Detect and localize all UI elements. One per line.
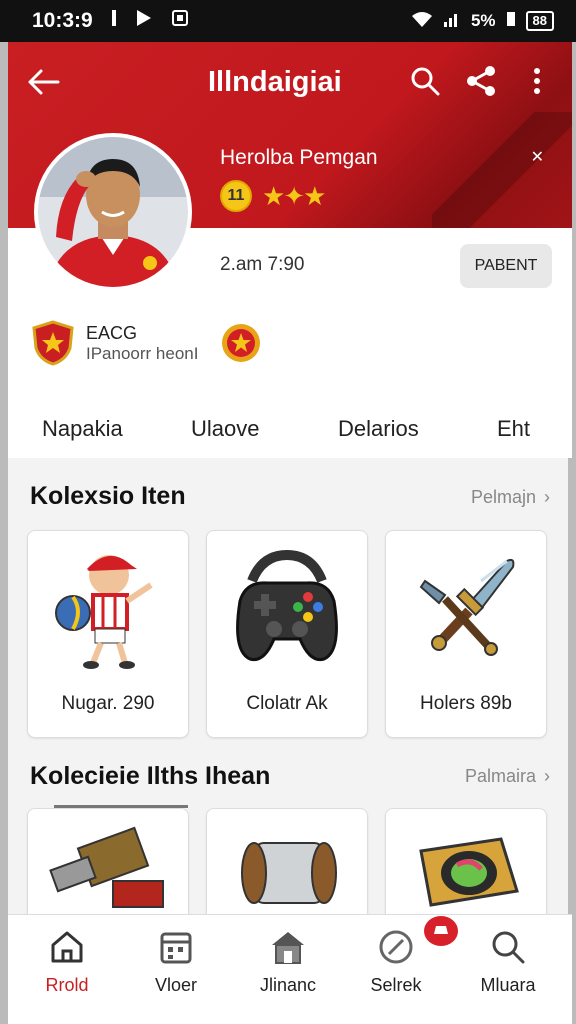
signal-text: 5%: [470, 11, 496, 30]
close-icon[interactable]: ✕: [531, 147, 544, 167]
clock: 10:3:9: [32, 9, 93, 32]
gamepad-icon: [236, 549, 338, 662]
tab-ulaove[interactable]: Ulaove: [191, 416, 259, 442]
back-arrow-icon: [28, 69, 60, 95]
nav-item-home[interactable]: Rrold: [22, 929, 112, 996]
wifi-icon: [411, 10, 433, 33]
medal-icon: [222, 324, 261, 362]
home-icon: [51, 931, 83, 963]
header-decoration: [432, 112, 572, 228]
section-title-collection: Kolexsio Iten: [30, 482, 186, 510]
nav-label: Rrold: [45, 975, 89, 995]
nav-label: Vloer: [154, 975, 198, 995]
signal-bar-icon: [111, 9, 117, 33]
item-label: Clolatr Ak: [246, 693, 328, 714]
battery-indicator: 88: [525, 11, 554, 31]
more-vertical-icon: [534, 68, 540, 94]
section-title-collection-2: Kolecieie Ilths Ihean: [30, 762, 271, 790]
nav-item-view[interactable]: Vloer: [131, 929, 221, 996]
tab-delarios[interactable]: Delarios: [338, 416, 419, 442]
item-card[interactable]: [385, 808, 547, 928]
nav-label: Jlinanc: [259, 975, 317, 995]
follow-button[interactable]: PABENT: [460, 244, 552, 288]
mascot-player-image: [55, 555, 153, 669]
store-icon: [272, 932, 304, 964]
search-icon: [492, 931, 525, 964]
tab-eht[interactable]: Eht: [497, 416, 530, 442]
screen-edge-left: [0, 42, 8, 1024]
item-card[interactable]: [27, 808, 189, 928]
club-shield-icon: [32, 320, 74, 366]
chevron-right-icon: ›: [544, 487, 550, 507]
rating-stars: ★✦★: [262, 180, 326, 211]
cannon-crate-image: [49, 826, 164, 908]
tab-napakia[interactable]: Napakia: [42, 416, 123, 442]
item-label: Nugar. 290: [61, 693, 155, 714]
club-subtitle: IPanoorr heonI: [86, 343, 199, 363]
chevron-right-icon: ›: [544, 766, 550, 786]
profile-tabs: Napakia Ulaove Delarios Eht: [8, 403, 572, 455]
sim-icon: [506, 10, 516, 33]
join-time: 2.am 7:90: [220, 254, 305, 275]
see-all-label: Palmaira: [464, 766, 536, 786]
share-button[interactable]: [464, 64, 498, 98]
cell-signal-icon: [443, 10, 461, 33]
item-label: Holers 89b: [420, 693, 512, 714]
notification-badge: [424, 916, 458, 946]
nav-item-store[interactable]: Jlinanc: [243, 929, 333, 996]
status-bar: 10:3:9 5% 88: [0, 0, 576, 42]
search-icon: [411, 67, 440, 96]
item-card[interactable]: [206, 808, 368, 928]
player-name: Herolba Pemgan: [220, 146, 378, 169]
bottom-navigation: Rrold Vloer Jlinanc Selrek Mluara: [8, 914, 572, 1024]
item-card[interactable]: Clolatr Ak: [206, 530, 368, 738]
section-link-collection-2[interactable]: Palmaira ›: [465, 766, 550, 787]
player-avatar[interactable]: [34, 133, 192, 291]
player-photo: [38, 137, 188, 287]
sword-icon: [419, 558, 515, 656]
item-card[interactable]: Holers 89b: [385, 530, 547, 738]
back-button[interactable]: [24, 62, 64, 102]
more-options-button[interactable]: [520, 64, 554, 98]
barrel-image: [241, 842, 337, 904]
compass-icon: [379, 930, 413, 964]
screen-icon: [171, 9, 189, 33]
nav-item-search[interactable]: Mluara: [463, 929, 553, 996]
calendar-icon: [160, 932, 192, 964]
orb-frame-image: [419, 837, 519, 907]
nav-label: Mluara: [480, 975, 536, 995]
rank-badge: 11: [220, 180, 252, 212]
search-button[interactable]: [408, 64, 442, 98]
play-store-icon: [135, 8, 153, 34]
item-card[interactable]: Nugar. 290: [27, 530, 189, 738]
section-link-collection[interactable]: Pelmajn ›: [471, 487, 550, 508]
nav-label: Selrek: [370, 975, 422, 995]
club-name: EACG: [86, 322, 138, 343]
page-title: Illndaigiai: [208, 66, 342, 98]
see-all-label: Pelmajn: [470, 487, 536, 507]
share-icon: [467, 66, 495, 96]
